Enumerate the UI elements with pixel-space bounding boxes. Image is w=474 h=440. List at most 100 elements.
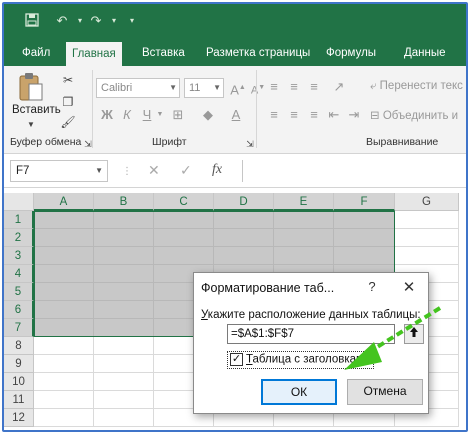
chevron-down-icon[interactable]: ▼ xyxy=(156,106,164,124)
cell-c2[interactable] xyxy=(154,229,214,247)
font-size-combo[interactable]: 11 ▼ xyxy=(184,78,224,98)
align-top-icon[interactable]: ≡ xyxy=(266,78,282,96)
align-left-icon[interactable]: ≡ xyxy=(266,106,282,124)
column-header-f[interactable]: F xyxy=(334,193,395,211)
cell-d2[interactable] xyxy=(214,229,274,247)
undo-dropdown-icon[interactable]: ▾ xyxy=(72,13,88,29)
row-header-12[interactable]: 12 xyxy=(4,409,34,427)
paste-button[interactable]: Вставить xyxy=(12,104,61,116)
row-header-8[interactable]: 8 xyxy=(4,337,34,355)
cell-b5[interactable] xyxy=(94,283,154,301)
cell-e1[interactable] xyxy=(274,211,334,229)
cell-b1[interactable] xyxy=(94,211,154,229)
cell-a2[interactable] xyxy=(34,229,94,247)
underline-icon[interactable]: Ч xyxy=(140,106,154,124)
save-icon[interactable] xyxy=(24,13,40,29)
align-center-icon[interactable]: ≡ xyxy=(286,106,302,124)
format-painter-icon[interactable]: 🖌 xyxy=(60,114,76,130)
clipboard-launcher-icon[interactable]: ⇲ xyxy=(80,136,96,152)
column-header-c[interactable]: C xyxy=(154,193,214,211)
row-header-3[interactable]: 3 xyxy=(4,247,34,265)
increase-indent-icon[interactable]: ⇥ xyxy=(346,106,362,124)
cancel-button[interactable]: Отмена xyxy=(347,379,423,405)
cell-a3[interactable] xyxy=(34,247,94,265)
enter-icon[interactable]: ✓ xyxy=(180,162,192,179)
close-icon[interactable]: ✕ xyxy=(400,278,418,296)
headers-checkbox-row[interactable]: ✓ Таблица с заголовками xyxy=(227,351,375,369)
cancel-icon[interactable]: ✕ xyxy=(148,162,160,179)
column-header-b[interactable]: B xyxy=(94,193,154,211)
row-header-4[interactable]: 4 xyxy=(4,265,34,283)
row-header-11[interactable]: 11 xyxy=(4,391,34,409)
cell-a10[interactable] xyxy=(34,373,94,391)
cell-b10[interactable] xyxy=(94,373,154,391)
cell-d3[interactable] xyxy=(214,247,274,265)
italic-icon[interactable]: К xyxy=(120,106,134,124)
cell-c1[interactable] xyxy=(154,211,214,229)
tab-insert[interactable]: Вставка xyxy=(136,40,191,66)
cell-d1[interactable] xyxy=(214,211,274,229)
align-right-icon[interactable]: ≡ xyxy=(306,106,322,124)
row-header-1[interactable]: 1 xyxy=(4,211,34,229)
cell-f2[interactable] xyxy=(334,229,395,247)
ok-button[interactable]: ОК xyxy=(261,379,337,405)
tab-home[interactable]: Главная xyxy=(66,42,122,66)
collapse-dialog-button[interactable] xyxy=(404,324,424,344)
align-bottom-icon[interactable]: ≡ xyxy=(306,78,322,96)
paste-dropdown-icon[interactable]: ▼ xyxy=(27,120,35,129)
row-header-5[interactable]: 5 xyxy=(4,283,34,301)
cell-b11[interactable] xyxy=(94,391,154,409)
undo-icon[interactable]: ↶ xyxy=(54,13,70,29)
redo-icon[interactable]: ↷ xyxy=(88,13,104,29)
font-name-combo[interactable]: Calibri ▼ xyxy=(96,78,180,98)
cell-a9[interactable] xyxy=(34,355,94,373)
copy-icon[interactable]: ❐ xyxy=(60,94,76,110)
insert-function-icon[interactable]: fx xyxy=(212,162,222,178)
row-header-2[interactable]: 2 xyxy=(4,229,34,247)
tab-page-layout[interactable]: Разметка страницы xyxy=(200,40,316,66)
increase-font-icon[interactable]: A▲ xyxy=(230,79,246,97)
paste-icon[interactable] xyxy=(18,72,44,102)
tab-data[interactable]: Данные xyxy=(398,40,452,66)
align-middle-icon[interactable]: ≡ xyxy=(286,78,302,96)
row-header-6[interactable]: 6 xyxy=(4,301,34,319)
cell-b2[interactable] xyxy=(94,229,154,247)
column-header-e[interactable]: E xyxy=(274,193,334,211)
select-all-corner[interactable] xyxy=(4,193,34,211)
customize-icon[interactable]: ▾ xyxy=(124,13,140,29)
tab-formulas[interactable]: Формулы xyxy=(320,40,382,66)
cell-g3[interactable] xyxy=(395,247,459,265)
cut-icon[interactable]: ✂ xyxy=(60,72,76,88)
cell-a8[interactable] xyxy=(34,337,94,355)
cell-f3[interactable] xyxy=(334,247,395,265)
column-header-a[interactable]: A xyxy=(34,193,94,211)
cell-a4[interactable] xyxy=(34,265,94,283)
bold-icon[interactable]: Ж xyxy=(100,106,114,124)
range-input[interactable] xyxy=(227,324,395,344)
row-header-9[interactable]: 9 xyxy=(4,355,34,373)
orientation-icon[interactable]: ↗ xyxy=(330,78,348,96)
cell-g2[interactable] xyxy=(395,229,459,247)
decrease-indent-icon[interactable]: ⇤ xyxy=(326,106,342,124)
cell-a11[interactable] xyxy=(34,391,94,409)
cell-b6[interactable] xyxy=(94,301,154,319)
cell-f1[interactable] xyxy=(334,211,395,229)
cell-b12[interactable] xyxy=(94,409,154,427)
headers-checkbox[interactable]: ✓ xyxy=(230,353,243,366)
wrap-text-button[interactable]: ⤶ Перенести текс xyxy=(370,80,463,93)
fill-color-icon[interactable]: ◆ xyxy=(200,106,216,124)
cell-c3[interactable] xyxy=(154,247,214,265)
help-icon[interactable]: ? xyxy=(364,279,380,294)
row-header-10[interactable]: 10 xyxy=(4,373,34,391)
decrease-font-icon[interactable]: A▼ xyxy=(250,79,266,97)
cell-a6[interactable] xyxy=(34,301,94,319)
redo-dropdown-icon[interactable]: ▾ xyxy=(106,13,122,29)
cell-a1[interactable] xyxy=(34,211,94,229)
tab-file[interactable]: Файл xyxy=(16,40,56,66)
merge-center-button[interactable]: ⊟ Объединить и xyxy=(370,108,458,122)
cell-a12[interactable] xyxy=(34,409,94,427)
cell-b8[interactable] xyxy=(94,337,154,355)
column-header-g[interactable]: G xyxy=(395,193,459,211)
row-header-7[interactable]: 7 xyxy=(4,319,34,337)
formula-input[interactable] xyxy=(242,160,466,182)
